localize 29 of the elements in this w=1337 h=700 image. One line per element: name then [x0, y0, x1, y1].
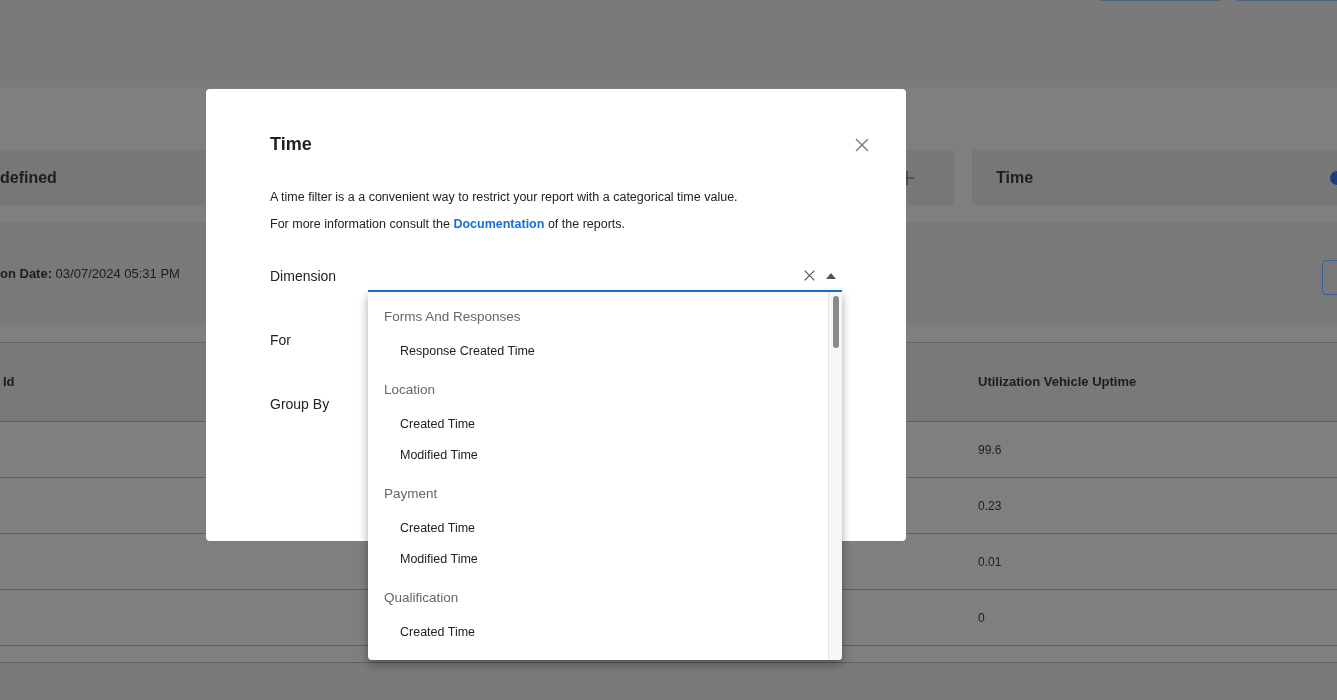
dropdown-option[interactable]: Created Time	[368, 513, 828, 544]
dialog-description: A time filter is a a convenient way to restrict your report with a categorical time value.	[270, 189, 739, 206]
scrollbar[interactable]	[828, 292, 842, 660]
field-label: Group By	[270, 395, 331, 414]
table-cell-text: 0.23	[978, 497, 1002, 515]
option-group-label: Qualification	[383, 588, 460, 607]
dialog-title: Time	[270, 133, 312, 156]
option-group-label: Forms And Responses	[383, 307, 522, 326]
field-label: For	[270, 331, 292, 350]
dropdown-option[interactable]: Modified Time	[368, 544, 828, 575]
option-group-label: Location	[383, 380, 437, 399]
table-cell-text: 0.01	[978, 553, 1002, 571]
option-group-label: Payment	[383, 484, 439, 503]
help-text: For more information consult the Documentation of the reports.	[270, 215, 626, 233]
filter-card[interactable]: Time	[972, 150, 1337, 205]
dropdown-option[interactable]: Response Created Time	[368, 336, 828, 367]
close-icon[interactable]	[854, 136, 870, 153]
table-cell-text: 0	[978, 609, 985, 627]
report-date: on Date: 03/07/2024 05:31 PM	[0, 264, 180, 283]
column-header: Id	[3, 373, 15, 392]
dropdown-option[interactable]: Modified Time	[368, 440, 828, 471]
column-header: Utilization Vehicle Uptime	[978, 373, 1137, 392]
dropdown-option[interactable]: Created Time	[368, 617, 828, 648]
caret-up-icon[interactable]	[826, 272, 836, 279]
documentation-link[interactable]: Documentation	[453, 216, 545, 231]
field-label: Dimension	[270, 267, 338, 286]
table-cell-text: 99.6	[978, 441, 1002, 459]
dropdown-option[interactable]: Created Time	[368, 409, 828, 440]
clear-icon[interactable]	[803, 269, 816, 282]
